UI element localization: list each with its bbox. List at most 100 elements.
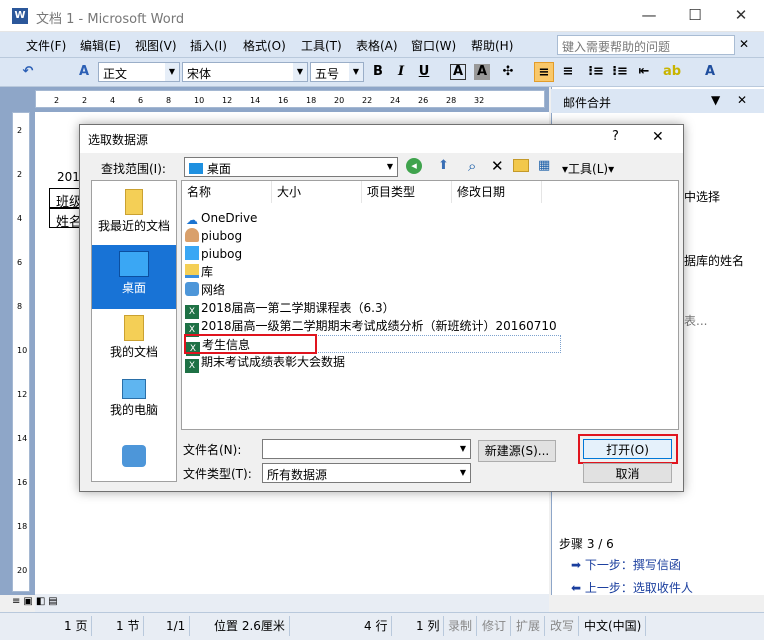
ruler-tick-label: 28 (446, 96, 456, 105)
menu-window[interactable]: 窗口(W) (411, 37, 456, 54)
menu-tools[interactable]: 工具(T) (301, 37, 342, 54)
ruler-tick-label: 12 (222, 96, 232, 105)
search-web-icon[interactable]: ⌕ (468, 157, 476, 175)
minimize-button[interactable]: — (626, 0, 672, 32)
underline-button[interactable]: U (414, 62, 434, 82)
font-select[interactable]: 宋体 ▼ (182, 62, 308, 82)
status-line: 4 行 (360, 616, 393, 636)
pane-title: 邮件合并 (563, 96, 612, 110)
status-extend[interactable]: 扩展 (512, 616, 546, 636)
place-desktop[interactable]: 桌面 (92, 245, 176, 309)
back-icon[interactable]: ◂ (406, 158, 422, 174)
tools-label: 工具(L) (568, 162, 609, 176)
delete-icon[interactable]: ✕ (491, 157, 504, 175)
status-revision[interactable]: 修订 (478, 616, 512, 636)
chevron-down-icon: ▼ (456, 464, 470, 482)
vruler-tick-label: 6 (17, 258, 22, 267)
menu-edit[interactable]: 编辑(E) (80, 37, 121, 54)
menu-table[interactable]: 表格(A) (356, 37, 398, 54)
tools-menu[interactable]: ▾工具(L)▾ (562, 160, 614, 177)
chevron-down-icon: ▼ (383, 158, 397, 176)
undo-icon[interactable]: ↶ (18, 62, 38, 82)
bold-button[interactable]: B (368, 62, 388, 82)
column-name[interactable]: 名称 (182, 181, 272, 203)
bullets-icon[interactable]: ⁝≡ (610, 62, 630, 82)
place-documents[interactable]: 我的文档 (92, 309, 176, 373)
user-icon (185, 228, 199, 242)
cancel-button[interactable]: 取消 (583, 463, 672, 483)
file-computer[interactable]: piubog (185, 245, 242, 263)
menu-insert[interactable]: 插入(I) (190, 37, 227, 54)
filetype-select[interactable]: 所有数据源 ▼ (262, 463, 471, 483)
size-value: 五号 (315, 67, 340, 81)
vruler-tick-label: 20 (17, 566, 27, 575)
vruler-ticks: 2 2 4 6 8 10 12 14 16 18 20 (17, 126, 27, 575)
file-user[interactable]: piubog (185, 227, 242, 245)
char-shading-icon[interactable]: A (474, 64, 490, 80)
prev-arrow-icon: ⬅ (571, 581, 585, 595)
vruler-tick-label: 8 (17, 302, 22, 311)
menu-file[interactable]: 文件(F) (26, 37, 66, 54)
maximize-button[interactable]: ☐ (672, 0, 718, 32)
highlight-icon[interactable]: ab (662, 62, 682, 82)
lookin-select[interactable]: 桌面 ▼ (184, 157, 398, 177)
filename-input[interactable]: ▼ (262, 439, 471, 459)
vertical-ruler[interactable]: 2 2 4 6 8 10 12 14 16 18 20 (12, 112, 30, 592)
status-record[interactable]: 录制 (444, 616, 478, 636)
prev-step-link[interactable]: ⬅ 上一步：选取收件人 (571, 579, 693, 596)
file-network[interactable]: 网络 (185, 281, 225, 299)
dialog-close-button[interactable]: ✕ (652, 129, 664, 145)
font-color-icon[interactable]: A (700, 62, 720, 82)
view-buttons[interactable]: ≡▣◧▤ (12, 596, 61, 607)
new-folder-icon[interactable] (513, 159, 529, 172)
decrease-indent-icon[interactable]: ⇤ (634, 62, 654, 82)
horizontal-scrollbar[interactable] (35, 594, 549, 612)
char-border-icon[interactable]: A (450, 64, 466, 80)
file-excel-4[interactable]: X 期末考试成绩表彰大会数据 (185, 353, 345, 373)
file-excel-1[interactable]: X 2018届高一第二学期课程表（6.3） (185, 299, 395, 319)
ruler-tick-label: 20 (334, 96, 344, 105)
place-computer-label: 我的电脑 (109, 403, 158, 417)
status-column: 1 列 (412, 616, 445, 636)
views-icon[interactable]: ▦ (538, 158, 550, 173)
menu-help[interactable]: 帮助(H) (471, 37, 513, 54)
chevron-down-icon: ▼ (456, 440, 470, 458)
menu-format[interactable]: 格式(O) (243, 37, 286, 54)
dialog-help-button[interactable]: ? (612, 129, 619, 144)
styles-icon[interactable]: A (74, 62, 94, 82)
char-scale-icon[interactable]: ✣ (498, 62, 518, 82)
status-page: 1 页 (60, 616, 93, 636)
align-justify-button[interactable]: ≡ (534, 62, 554, 82)
font-size-select[interactable]: 五号 ▼ (310, 62, 364, 82)
open-button[interactable]: 打开(O) (583, 439, 672, 459)
style-select[interactable]: 正文 ▼ (98, 62, 180, 82)
file-library[interactable]: 库 (185, 263, 213, 281)
help-search-input[interactable]: 键入需要帮助的问题 (557, 35, 735, 55)
column-type[interactable]: 项目类型 (362, 181, 452, 203)
pane-menu-icon[interactable]: ▼ (711, 93, 720, 107)
horizontal-ruler[interactable]: 2 2 4 6 8 10 12 14 16 18 20 22 24 26 28 32 (35, 90, 545, 108)
filetype-value: 所有数据源 (267, 468, 328, 482)
numbering-icon[interactable]: ⁝≡ (586, 62, 606, 82)
next-step-link[interactable]: ➡ 下一步：撰写信函 (571, 556, 681, 573)
lookin-label: 查找范围(I): (101, 162, 166, 176)
place-recent[interactable]: 我最近的文档 (92, 183, 176, 247)
highlight-box-file (184, 334, 317, 354)
close-button[interactable]: ✕ (718, 0, 764, 32)
pane-close-icon[interactable]: ✕ (737, 93, 747, 107)
ruler-tick-label: 16 (278, 96, 288, 105)
status-overtype[interactable]: 改写 (546, 616, 580, 636)
menu-view[interactable]: 视图(V) (135, 37, 177, 54)
place-computer[interactable]: 我的电脑 (92, 373, 176, 437)
file-onedrive[interactable]: ☁ OneDrive (185, 209, 257, 227)
up-folder-icon[interactable]: ⬆ (438, 158, 449, 173)
align-center-icon[interactable]: ≡ (558, 62, 578, 82)
column-size[interactable]: 大小 (272, 181, 362, 203)
italic-button[interactable]: I (391, 62, 411, 82)
chevron-down-icon: ▼ (293, 63, 307, 81)
place-network[interactable] (92, 439, 176, 479)
file-excel-2[interactable]: X 2018届高一级第二学期期末考试成绩分析（新班统计）20160710 (185, 317, 557, 337)
close-doc-icon[interactable]: ✕ (739, 37, 749, 51)
new-source-button[interactable]: 新建源(S)... (478, 440, 556, 462)
column-modified[interactable]: 修改日期 (452, 181, 542, 203)
